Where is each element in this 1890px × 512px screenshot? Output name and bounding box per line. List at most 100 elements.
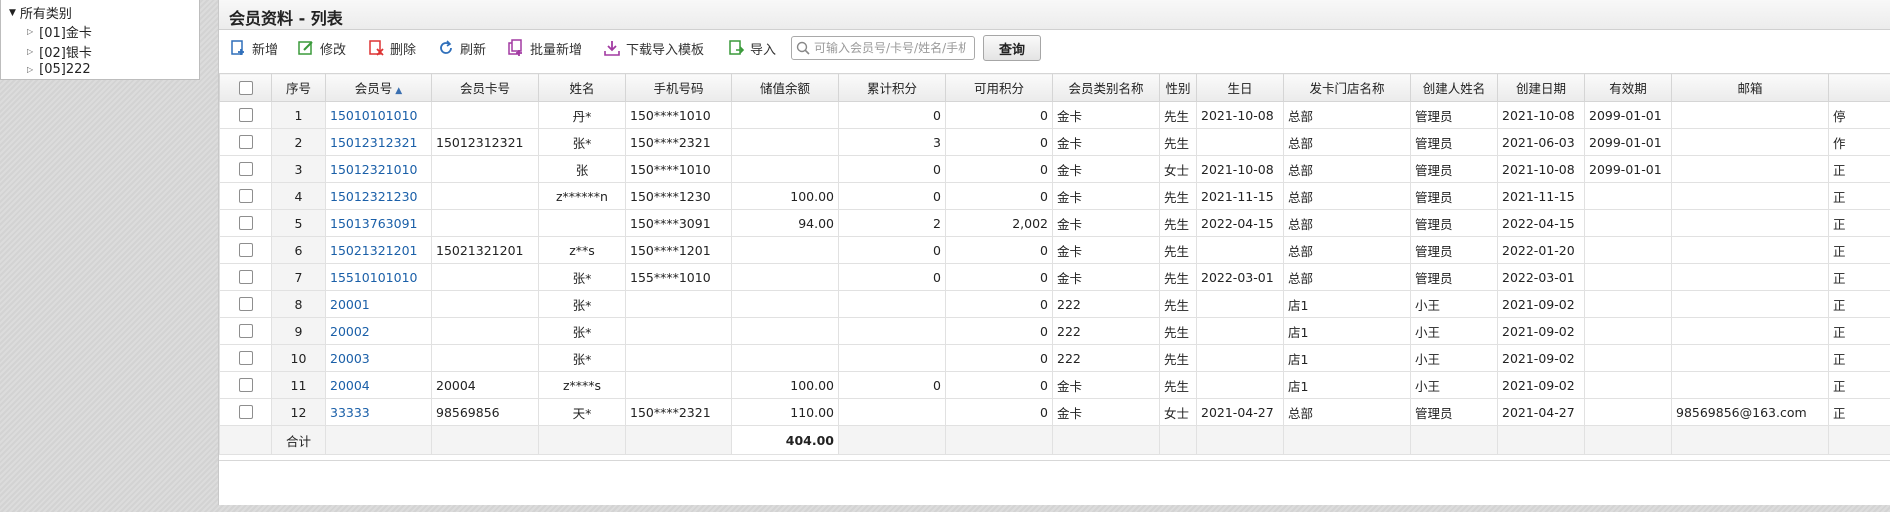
- row-checkbox[interactable]: [238, 189, 253, 203]
- row-select-cell[interactable]: [219, 344, 272, 372]
- row-select-cell[interactable]: [219, 209, 272, 237]
- collapse-right-icon[interactable]: ▷: [27, 27, 33, 36]
- member-no-link[interactable]: 15510101010: [325, 263, 432, 291]
- collapse-right-icon[interactable]: ▷: [27, 47, 33, 56]
- row-select-cell[interactable]: [219, 290, 272, 318]
- row-select-cell[interactable]: [219, 128, 272, 156]
- tree-item-gold[interactable]: ▷ [01]金卡: [27, 22, 92, 41]
- sort-ascending-icon[interactable]: ▲: [395, 86, 402, 96]
- row-checkbox[interactable]: [238, 351, 253, 365]
- member-no-link[interactable]: 20003: [325, 344, 432, 372]
- expand-down-icon[interactable]: ▼: [9, 8, 16, 18]
- member-no-link[interactable]: 15012321230: [325, 182, 432, 210]
- edit-button[interactable]: 修改: [297, 36, 346, 60]
- table-cell: 2021-04-27: [1497, 398, 1585, 426]
- member-no-link[interactable]: 15012321010: [325, 155, 432, 183]
- row-select-cell[interactable]: [219, 101, 272, 129]
- row-checkbox[interactable]: [238, 378, 253, 392]
- tree-item-222[interactable]: ▷ [05]222: [27, 62, 91, 77]
- column-header[interactable]: 会员号 ▲: [325, 73, 432, 102]
- table-cell: 0: [838, 371, 946, 399]
- table-row[interactable]: 3 15012321010 张 150****1010 0 0 金卡 女士 2021-10-08…: [219, 155, 1890, 183]
- member-no-link[interactable]: 20001: [325, 290, 432, 318]
- row-select-cell[interactable]: [219, 182, 272, 210]
- refresh-button[interactable]: 刷新: [437, 36, 486, 60]
- column-header[interactable]: 序号: [271, 73, 326, 102]
- member-no-link[interactable]: 15021321201: [325, 236, 432, 264]
- column-header[interactable]: 状: [1828, 73, 1890, 102]
- row-checkbox[interactable]: [238, 405, 253, 419]
- member-no-link[interactable]: 15010101010: [325, 101, 432, 129]
- row-select-cell[interactable]: [219, 263, 272, 291]
- table-row[interactable]: 7 15510101010 张* 155****1010 0 0 金卡 先生 2022-03-0…: [219, 263, 1890, 291]
- member-no-link[interactable]: 20004: [325, 371, 432, 399]
- query-button[interactable]: 查询: [983, 35, 1041, 61]
- column-header[interactable]: 创建人姓名: [1410, 73, 1498, 102]
- column-header[interactable]: 性别: [1159, 73, 1197, 102]
- row-checkbox[interactable]: [238, 324, 253, 338]
- batch-add-button[interactable]: 批量新增: [507, 36, 582, 60]
- column-header[interactable]: 生日: [1196, 73, 1284, 102]
- column-header[interactable]: 姓名: [538, 73, 626, 102]
- table-row[interactable]: 1 15010101010 丹* 150****1010 0 0 金卡 先生 2021-10-0…: [219, 101, 1890, 129]
- member-no-link[interactable]: 20002: [325, 317, 432, 345]
- table-row[interactable]: 9 20002 张* 0 222 先生 店1 小王 2021-09-02 正: [219, 317, 1890, 345]
- table-row[interactable]: 8 20001 张* 0 222 先生 店1 小王 2021-09-02 正: [219, 290, 1890, 318]
- search-input[interactable]: [810, 41, 966, 55]
- row-checkbox[interactable]: [238, 216, 253, 230]
- member-no-link[interactable]: 15012312321: [325, 128, 432, 156]
- row-checkbox[interactable]: [238, 108, 253, 122]
- tree-item-silver[interactable]: ▷ [02]银卡: [27, 42, 92, 61]
- search-box[interactable]: [791, 36, 975, 60]
- select-all-checkbox[interactable]: [238, 80, 253, 95]
- table-row[interactable]: 11 20004 20004 z****s 100.00 0 0 金卡 先生 店1 小王 2021-0…: [219, 371, 1890, 399]
- add-button[interactable]: 新增: [229, 36, 278, 60]
- table-cell: 先生: [1159, 317, 1197, 345]
- column-header[interactable]: 创建日期: [1497, 73, 1585, 102]
- column-header[interactable]: 手机号码: [625, 73, 732, 102]
- row-select-cell[interactable]: [219, 155, 272, 183]
- collapse-right-icon[interactable]: ▷: [27, 65, 33, 74]
- table-cell: z******n: [538, 182, 626, 210]
- column-header-label: 储值余额: [759, 81, 810, 96]
- table-cell: 222: [1052, 317, 1160, 345]
- table-row[interactable]: 5 15013763091 150****3091 94.00 2 2,002 金卡 先生 20…: [219, 209, 1890, 237]
- member-no-link[interactable]: 33333: [325, 398, 432, 426]
- row-checkbox[interactable]: [238, 162, 253, 176]
- table-cell: 店1: [1283, 344, 1411, 372]
- row-checkbox[interactable]: [238, 297, 253, 311]
- row-select-cell[interactable]: [219, 371, 272, 399]
- table-row[interactable]: 12 33333 98569856 天* 150****2321 110.00 0 金卡 女士 2…: [219, 398, 1890, 426]
- table-cell: 女士: [1159, 155, 1197, 183]
- table-row[interactable]: 10 20003 张* 0 222 先生 店1 小王 2021-09-02 正: [219, 344, 1890, 372]
- column-header[interactable]: 可用积分: [945, 73, 1053, 102]
- table-cell: 小王: [1410, 371, 1498, 399]
- row-select-cell[interactable]: [219, 398, 272, 426]
- column-header[interactable]: 邮箱: [1671, 73, 1829, 102]
- table-cell: [731, 344, 839, 372]
- column-header[interactable]: 会员类别名称: [1052, 73, 1160, 102]
- member-no-link[interactable]: 15013763091: [325, 209, 432, 237]
- tree-root[interactable]: ▼ 所有类别: [9, 3, 72, 22]
- import-button[interactable]: 导入: [727, 36, 776, 60]
- table-cell: 150****1201: [625, 236, 732, 264]
- batch-add-icon: [508, 39, 522, 56]
- column-header[interactable]: 有效期: [1584, 73, 1672, 102]
- column-header[interactable]: 会员卡号: [431, 73, 539, 102]
- table-cell: 管理员: [1410, 263, 1498, 291]
- column-header[interactable]: 储值余额: [731, 73, 839, 102]
- select-all-header[interactable]: [219, 73, 272, 102]
- table-row[interactable]: 6 15021321201 15021321201 z**s 150****1201 0 0…: [219, 236, 1890, 264]
- table-row[interactable]: 4 15012321230 z******n 150****1230 100.00 0 0 金…: [219, 182, 1890, 210]
- column-header[interactable]: 发卡门店名称: [1283, 73, 1411, 102]
- column-header[interactable]: 累计积分: [838, 73, 946, 102]
- total-cell: [945, 425, 1053, 455]
- delete-button[interactable]: 删除: [367, 36, 416, 60]
- row-select-cell[interactable]: [219, 236, 272, 264]
- row-select-cell[interactable]: [219, 317, 272, 345]
- row-checkbox[interactable]: [238, 243, 253, 257]
- row-checkbox[interactable]: [238, 270, 253, 284]
- download-template-button[interactable]: 下载导入模板: [603, 36, 704, 60]
- table-row[interactable]: 2 15012312321 15012312321 张* 150****2321 3 0 金卡…: [219, 128, 1890, 156]
- row-checkbox[interactable]: [238, 135, 253, 149]
